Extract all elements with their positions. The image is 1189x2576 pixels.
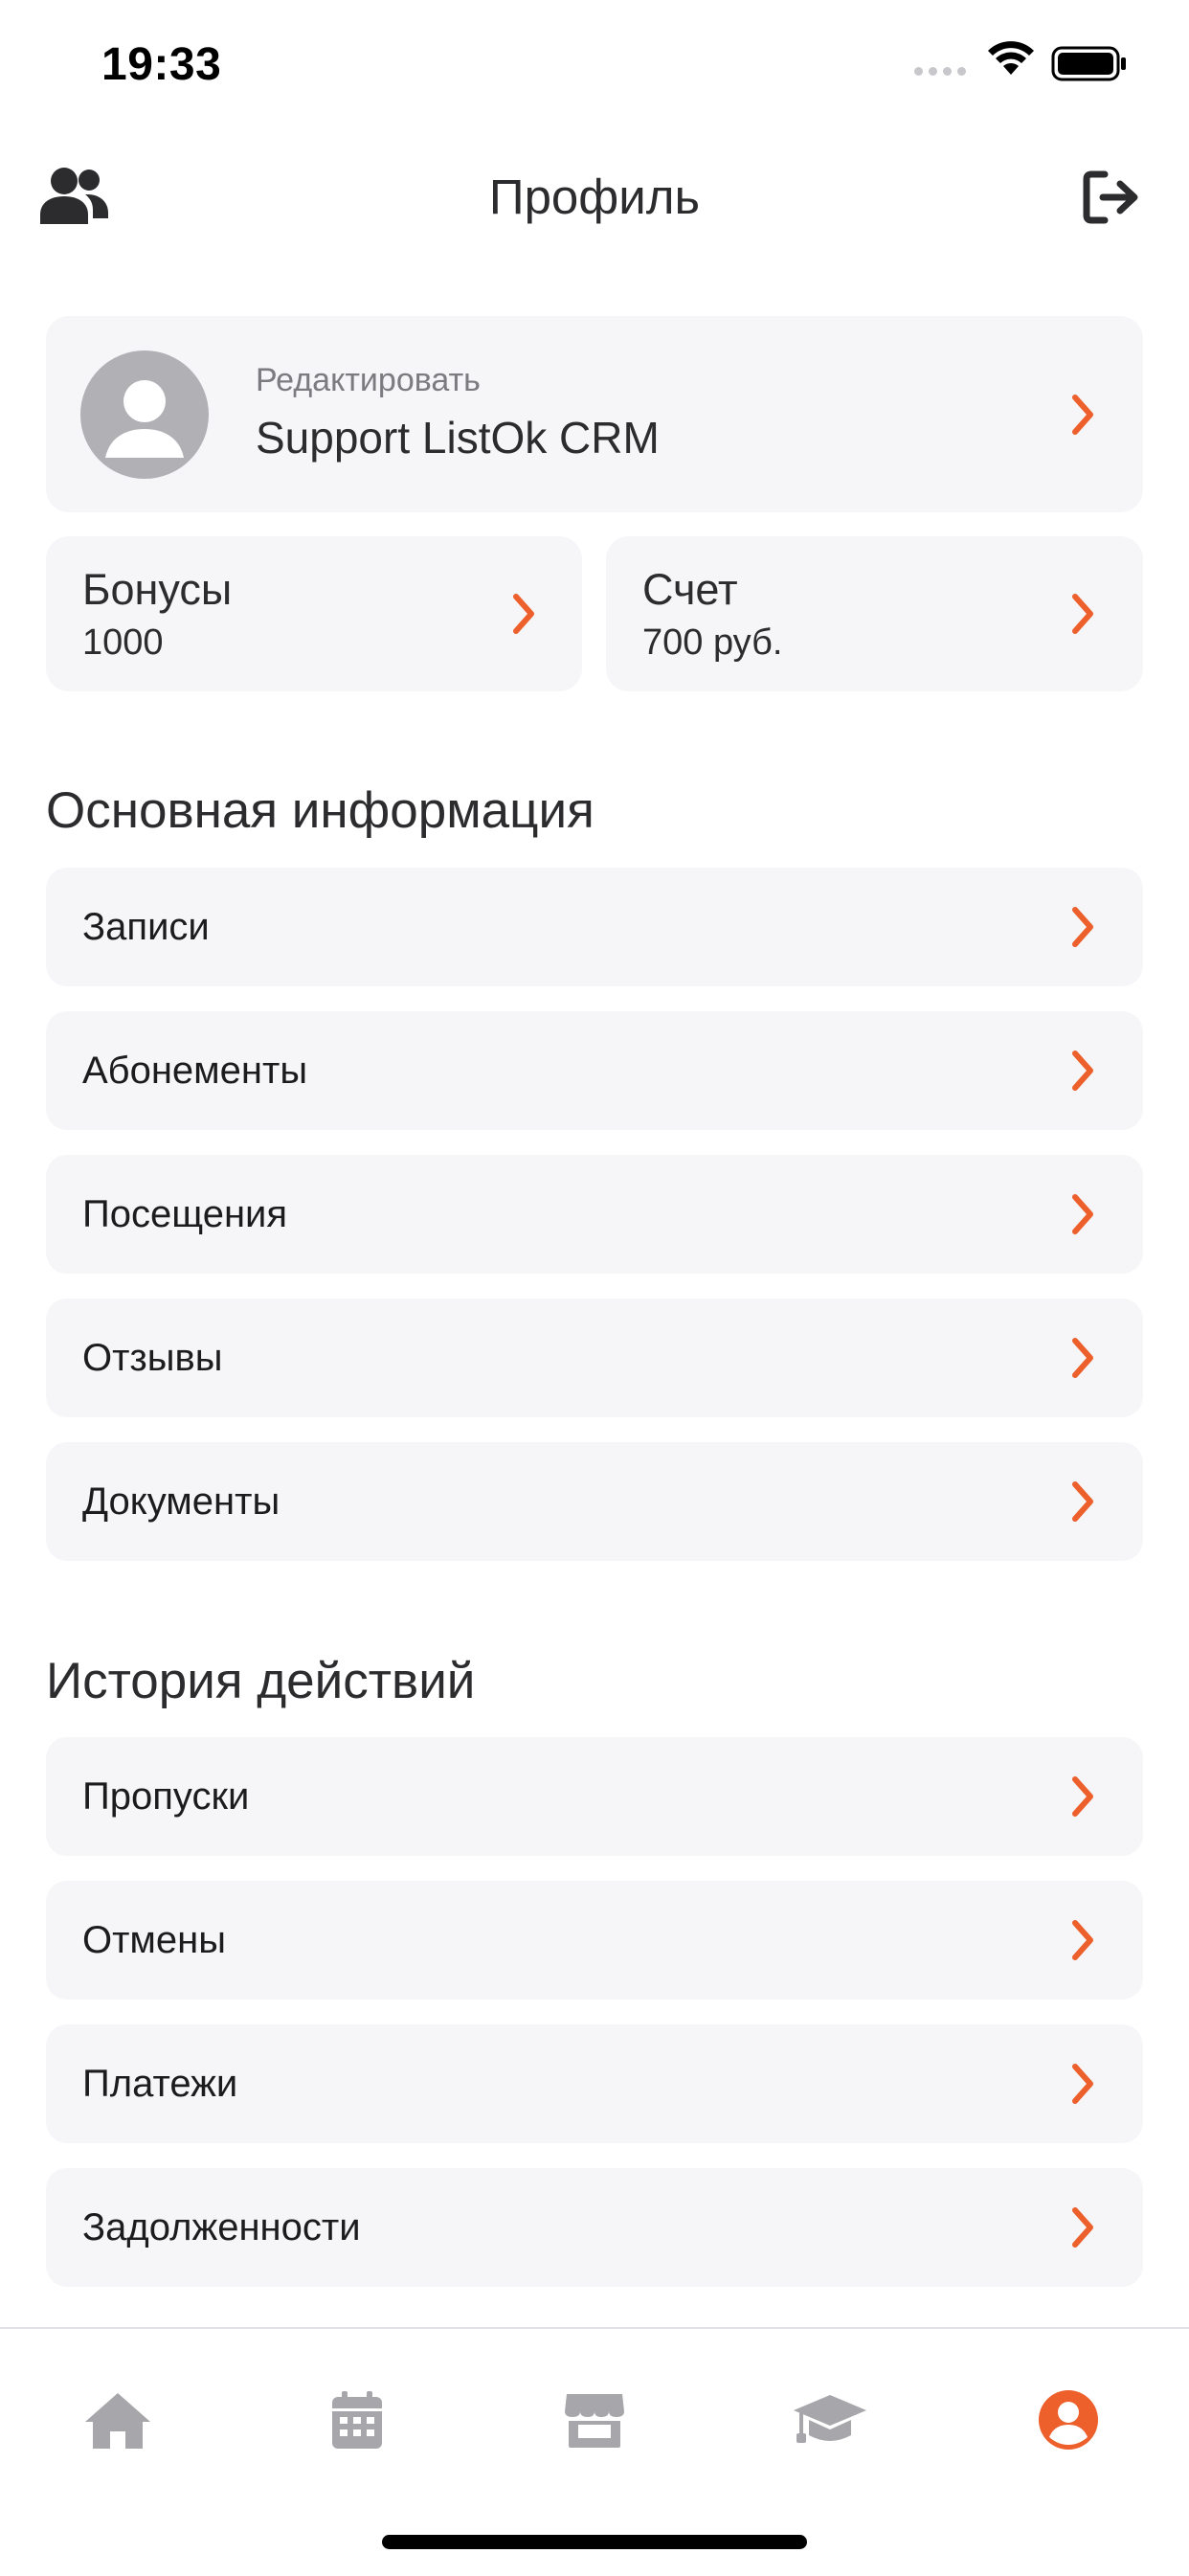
page-title: Профиль xyxy=(488,169,701,224)
tab-education[interactable] xyxy=(787,2377,873,2463)
chevron-right-icon xyxy=(1072,2207,1093,2248)
profile-icon xyxy=(1039,2390,1098,2450)
menu-item-label: Записи xyxy=(82,906,210,948)
menu-item-documents[interactable]: Документы xyxy=(46,1442,1143,1561)
bonuses-value: 1000 xyxy=(82,622,164,663)
section-title-history: История действий xyxy=(46,1653,476,1709)
edit-profile-label: Редактировать xyxy=(256,362,481,398)
menu-item-absences[interactable]: Пропуски xyxy=(46,1737,1143,1856)
menu-item-label: Документы xyxy=(82,1480,280,1523)
profile-name: Support ListOk CRM xyxy=(256,413,660,463)
tab-calendar[interactable] xyxy=(314,2377,400,2463)
chevron-right-icon xyxy=(1072,395,1093,435)
wifi-icon xyxy=(986,40,1036,81)
section-title-main-info: Основная информация xyxy=(46,782,594,839)
calendar-icon xyxy=(332,2391,382,2449)
chevron-right-icon xyxy=(1072,1481,1093,1522)
menu-item-label: Платежи xyxy=(82,2063,238,2105)
profile-card[interactable]: Редактировать Support ListOk CRM xyxy=(46,316,1143,512)
menu-item-label: Абонементы xyxy=(82,1050,308,1092)
menu-item-label: Отмены xyxy=(82,1919,227,1961)
chevron-right-icon xyxy=(1072,1338,1093,1378)
chevron-right-icon xyxy=(1072,1051,1093,1091)
logout-icon[interactable] xyxy=(1082,169,1143,231)
chevron-right-icon xyxy=(1072,1920,1093,1960)
bonuses-title: Бонусы xyxy=(82,565,233,614)
menu-item-cancellations[interactable]: Отмены xyxy=(46,1881,1143,2000)
cellular-signal-icon xyxy=(914,67,966,76)
home-icon xyxy=(85,2393,150,2449)
menu-item-debts[interactable]: Задолженности xyxy=(46,2168,1143,2287)
home-indicator xyxy=(382,2535,807,2549)
chevron-right-icon xyxy=(1072,2064,1093,2104)
battery-icon xyxy=(1051,46,1128,87)
tab-home[interactable] xyxy=(75,2377,161,2463)
tab-profile[interactable] xyxy=(1025,2377,1111,2463)
menu-item-label: Пропуски xyxy=(82,1775,250,1818)
chevron-right-icon xyxy=(1072,1776,1093,1817)
bonuses-card[interactable]: Бонусы 1000 xyxy=(46,536,582,691)
chevron-right-icon xyxy=(1072,1194,1093,1234)
menu-item-visits[interactable]: Посещения xyxy=(46,1155,1143,1274)
tab-store[interactable] xyxy=(551,2377,638,2463)
graduation-cap-icon xyxy=(794,2395,866,2443)
menu-item-reviews[interactable]: Отзывы xyxy=(46,1299,1143,1417)
store-icon xyxy=(565,2394,624,2448)
chevron-right-icon xyxy=(1072,594,1093,634)
menu-item-label: Задолженности xyxy=(82,2206,361,2248)
menu-item-payments[interactable]: Платежи xyxy=(46,2024,1143,2143)
status-time: 19:33 xyxy=(101,39,222,90)
menu-item-label: Отзывы xyxy=(82,1337,223,1379)
chevron-right-icon xyxy=(513,594,534,634)
avatar xyxy=(80,350,209,479)
account-title: Счет xyxy=(642,565,738,614)
chevron-right-icon xyxy=(1072,907,1093,947)
account-value: 700 руб. xyxy=(642,622,783,663)
menu-item-label: Посещения xyxy=(82,1193,288,1235)
account-card[interactable]: Счет 700 руб. xyxy=(606,536,1143,691)
menu-item-subscriptions[interactable]: Абонементы xyxy=(46,1011,1143,1130)
menu-item-records[interactable]: Записи xyxy=(46,868,1143,986)
